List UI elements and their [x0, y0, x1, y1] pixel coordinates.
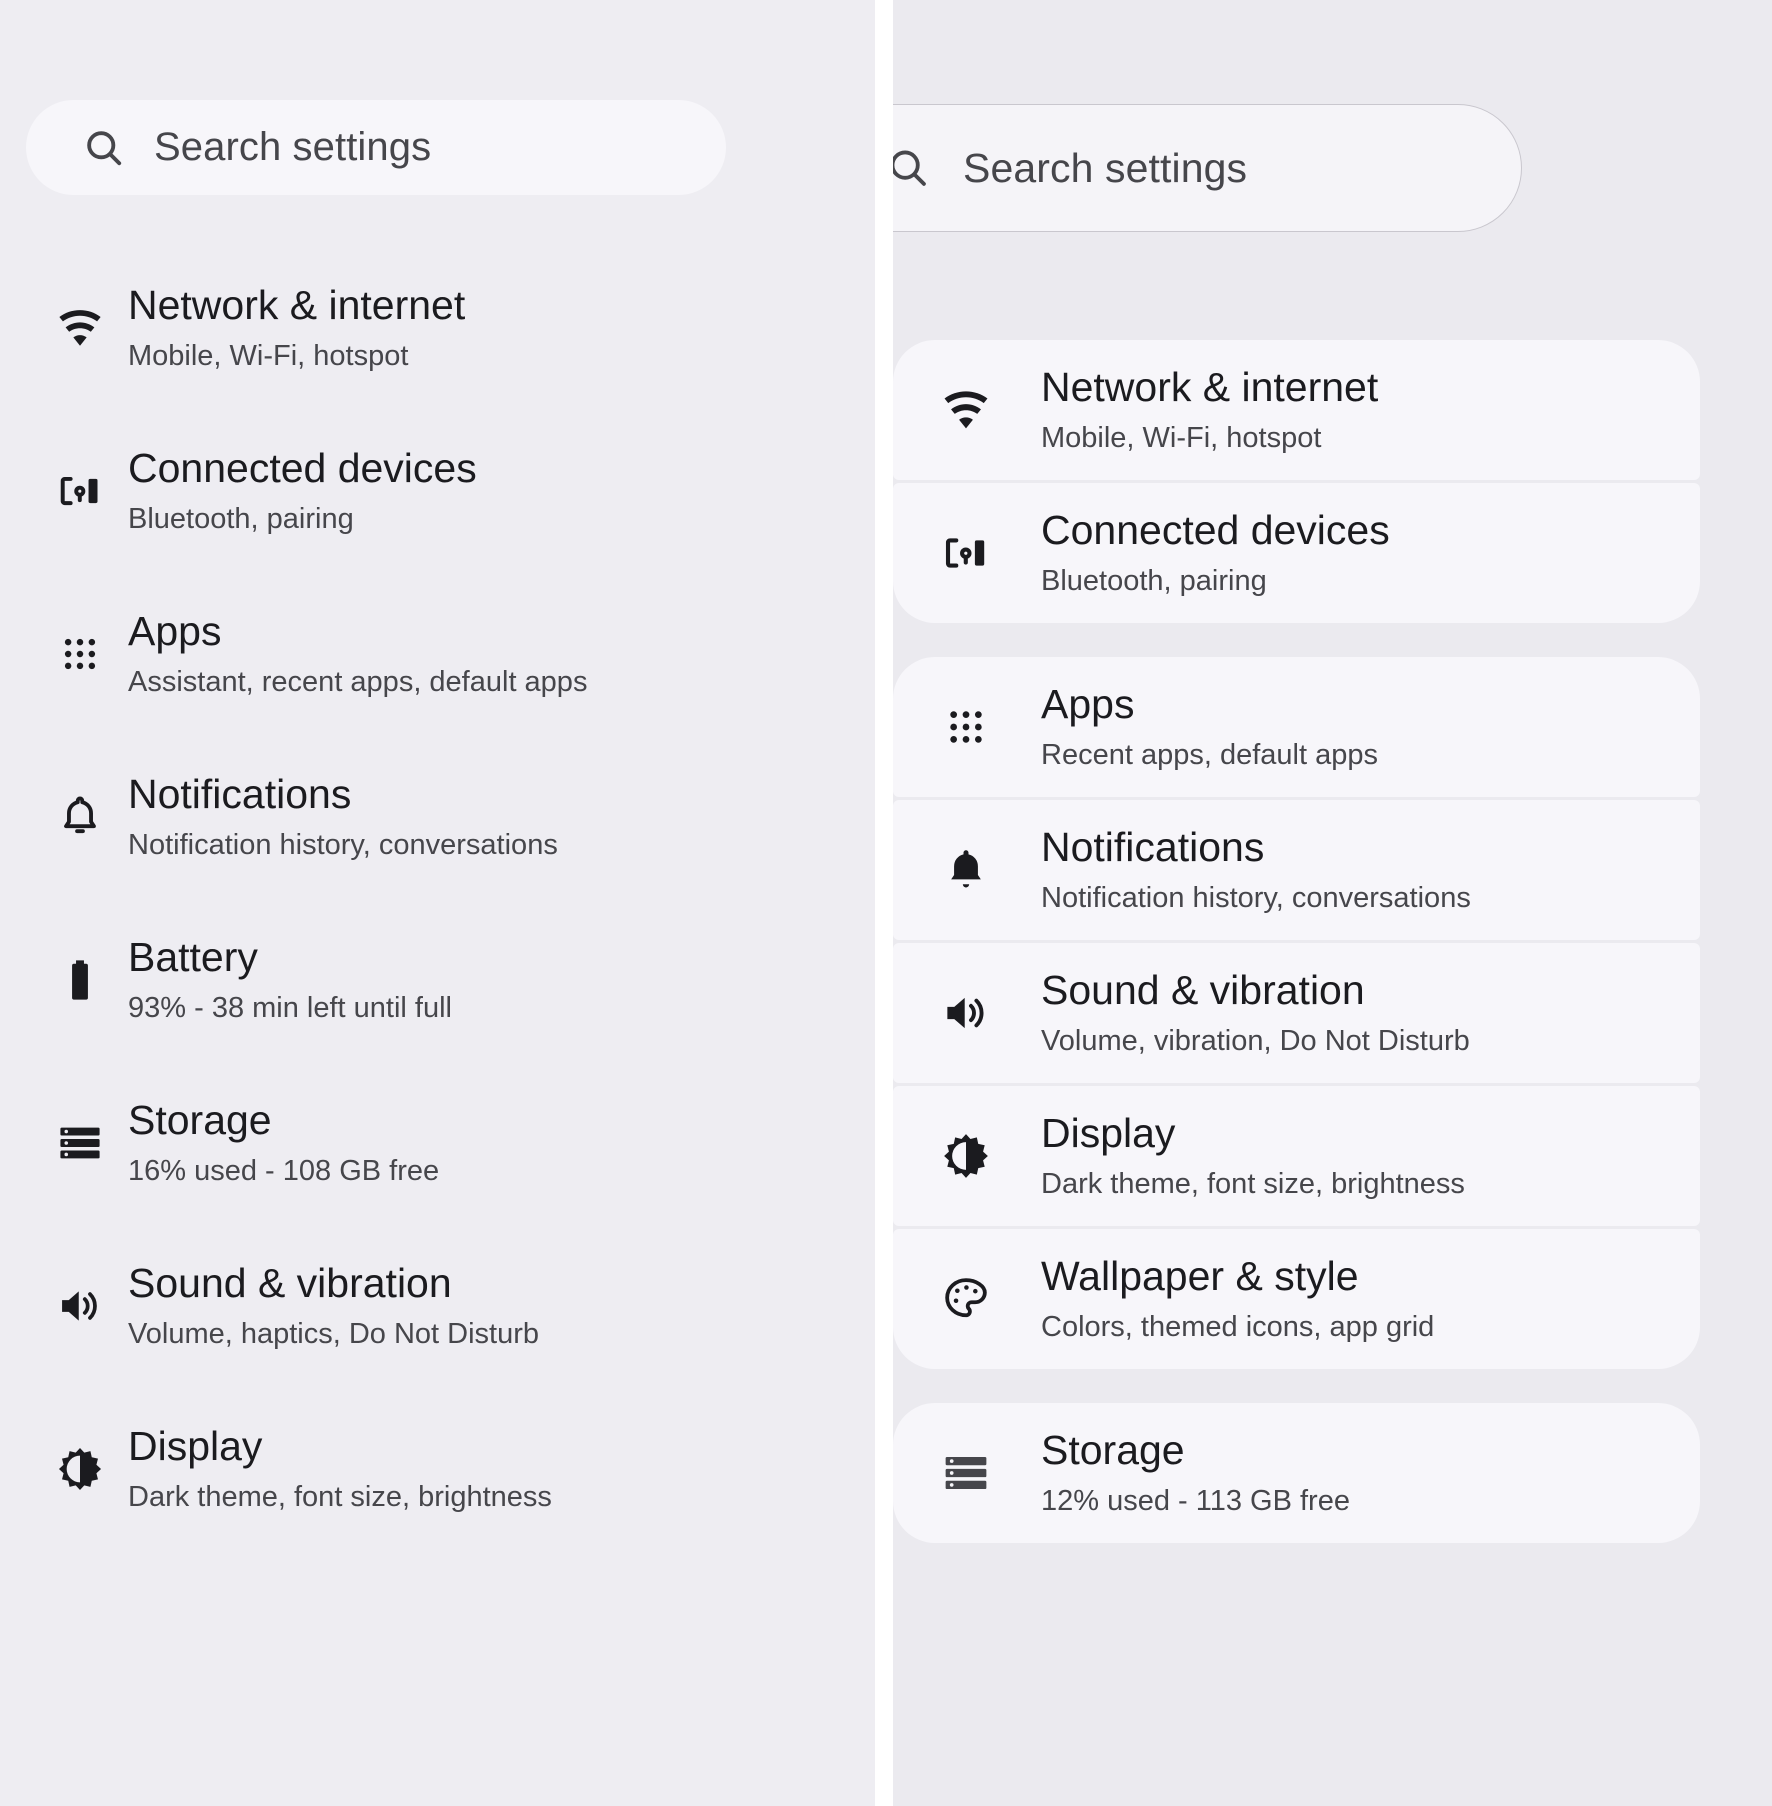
card-title: Sound & vibration — [1041, 966, 1365, 1013]
connected-devices-icon — [939, 527, 993, 579]
connected-devices-icon — [54, 466, 106, 516]
settings-row-apps[interactable]: Apps Assistant, recent apps, default app… — [0, 572, 875, 735]
row-title: Apps — [128, 607, 222, 654]
settings-panel-grouped-cards: Search settings Network & internet Mobil… — [893, 0, 1772, 1806]
card-title: Apps — [1041, 680, 1135, 727]
row-summary: Volume, haptics, Do Not Disturb — [128, 1318, 540, 1351]
settings-card-storage[interactable]: Storage 12% used - 113 GB free — [893, 1403, 1700, 1543]
settings-card-sound-vibration[interactable]: Sound & vibration Volume, vibration, Do … — [893, 943, 1700, 1083]
settings-row-text: Connected devices Bluetooth, pairing — [128, 444, 477, 538]
settings-row-network-internet[interactable]: Network & internet Mobile, Wi-Fi, hotspo… — [0, 246, 875, 409]
settings-row-connected-devices[interactable]: Connected devices Bluetooth, pairing — [0, 409, 875, 572]
card-title: Display — [1041, 1109, 1176, 1156]
card-title: Wallpaper & style — [1041, 1252, 1359, 1299]
row-summary: Notification history, conversations — [128, 829, 558, 862]
settings-card-apps[interactable]: Apps Recent apps, default apps — [893, 657, 1700, 797]
row-title: Storage — [128, 1096, 272, 1143]
search-placeholder-right: Search settings — [963, 144, 1248, 191]
card-summary: Colors, themed icons, app grid — [1041, 1311, 1435, 1344]
row-title: Sound & vibration — [128, 1259, 452, 1306]
card-summary: Volume, vibration, Do Not Disturb — [1041, 1025, 1470, 1058]
settings-card-text: Display Dark theme, font size, brightnes… — [1041, 1110, 1465, 1203]
search-icon — [893, 145, 931, 191]
row-summary: Mobile, Wi-Fi, hotspot — [128, 340, 409, 373]
settings-card-list-right: Network & internet Mobile, Wi-Fi, hotspo… — [893, 340, 1772, 1543]
row-summary: Dark theme, font size, brightness — [128, 1481, 552, 1514]
card-title: Notifications — [1041, 823, 1265, 870]
search-icon — [82, 126, 126, 170]
brightness-icon — [54, 1444, 106, 1494]
settings-card-group-connectivity: Network & internet Mobile, Wi-Fi, hotspo… — [893, 340, 1772, 623]
settings-list-left: Network & internet Mobile, Wi-Fi, hotspo… — [0, 246, 875, 1550]
settings-row-text: Display Dark theme, font size, brightnes… — [128, 1422, 552, 1516]
settings-row-text: Apps Assistant, recent apps, default app… — [128, 607, 587, 701]
settings-row-sound-vibration[interactable]: Sound & vibration Volume, haptics, Do No… — [0, 1224, 875, 1387]
brightness-icon — [939, 1130, 993, 1182]
settings-row-battery[interactable]: Battery 93% - 38 min left until full — [0, 898, 875, 1061]
settings-card-text: Storage 12% used - 113 GB free — [1041, 1427, 1350, 1520]
storage-icon — [54, 1118, 106, 1168]
settings-card-group-device: Apps Recent apps, default apps Notificat… — [893, 657, 1772, 1369]
volume-icon — [939, 987, 993, 1039]
card-summary: 12% used - 113 GB free — [1041, 1485, 1350, 1518]
settings-panel-flat-list: Search settings Network & internet Mobil… — [0, 0, 875, 1806]
settings-card-notifications[interactable]: Notifications Notification history, conv… — [893, 800, 1700, 940]
apps-grid-icon — [54, 629, 106, 679]
settings-row-text: Storage 16% used - 108 GB free — [128, 1096, 439, 1190]
settings-row-storage[interactable]: Storage 16% used - 108 GB free — [0, 1061, 875, 1224]
row-summary: Assistant, recent apps, default apps — [128, 666, 588, 699]
settings-row-display[interactable]: Display Dark theme, font size, brightnes… — [0, 1387, 875, 1550]
row-summary: 16% used - 108 GB free — [128, 1155, 440, 1188]
card-title: Network & internet — [1041, 363, 1379, 410]
card-title: Storage — [1041, 1426, 1185, 1473]
settings-row-text: Battery 93% - 38 min left until full — [128, 933, 452, 1027]
bell-icon — [54, 792, 106, 842]
settings-card-text: Notifications Notification history, conv… — [1041, 824, 1471, 917]
settings-card-text: Connected devices Bluetooth, pairing — [1041, 507, 1390, 600]
row-summary: 93% - 38 min left until full — [128, 992, 452, 1025]
row-summary: Bluetooth, pairing — [128, 503, 354, 536]
settings-row-text: Network & internet Mobile, Wi-Fi, hotspo… — [128, 281, 465, 375]
settings-card-text: Apps Recent apps, default apps — [1041, 681, 1378, 774]
card-summary: Dark theme, font size, brightness — [1041, 1168, 1465, 1201]
settings-card-network-internet[interactable]: Network & internet Mobile, Wi-Fi, hotspo… — [893, 340, 1700, 480]
panel-divider-gap — [875, 0, 893, 1806]
card-summary: Notification history, conversations — [1041, 882, 1471, 915]
palette-icon — [939, 1273, 993, 1325]
row-title: Network & internet — [128, 281, 466, 328]
settings-card-text: Network & internet Mobile, Wi-Fi, hotspo… — [1041, 364, 1378, 457]
card-title: Connected devices — [1041, 506, 1390, 553]
settings-row-notifications[interactable]: Notifications Notification history, conv… — [0, 735, 875, 898]
storage-icon — [939, 1447, 993, 1499]
wifi-icon — [939, 384, 993, 436]
row-title: Display — [128, 1422, 263, 1469]
card-summary: Bluetooth, pairing — [1041, 565, 1267, 598]
settings-card-display[interactable]: Display Dark theme, font size, brightnes… — [893, 1086, 1700, 1226]
search-settings-field-right[interactable]: Search settings — [893, 104, 1522, 232]
card-summary: Recent apps, default apps — [1041, 739, 1378, 772]
battery-icon — [54, 955, 106, 1005]
settings-card-wallpaper-style[interactable]: Wallpaper & style Colors, themed icons, … — [893, 1229, 1700, 1369]
row-title: Connected devices — [128, 444, 477, 491]
wifi-icon — [54, 303, 106, 353]
row-title: Battery — [128, 933, 258, 980]
search-settings-field-left[interactable]: Search settings — [26, 100, 726, 195]
bell-icon — [939, 844, 993, 896]
settings-card-text: Sound & vibration Volume, vibration, Do … — [1041, 967, 1470, 1060]
settings-row-text: Notifications Notification history, conv… — [128, 770, 558, 864]
volume-icon — [54, 1281, 106, 1331]
apps-grid-icon — [939, 701, 993, 753]
settings-card-text: Wallpaper & style Colors, themed icons, … — [1041, 1253, 1434, 1346]
settings-comparison-screens: Search settings Network & internet Mobil… — [0, 0, 1772, 1806]
settings-card-group-storage: Storage 12% used - 113 GB free — [893, 1403, 1772, 1543]
settings-row-text: Sound & vibration Volume, haptics, Do No… — [128, 1259, 539, 1353]
settings-card-connected-devices[interactable]: Connected devices Bluetooth, pairing — [893, 483, 1700, 623]
card-summary: Mobile, Wi-Fi, hotspot — [1041, 422, 1322, 455]
search-placeholder-left: Search settings — [154, 125, 432, 169]
row-title: Notifications — [128, 770, 352, 817]
